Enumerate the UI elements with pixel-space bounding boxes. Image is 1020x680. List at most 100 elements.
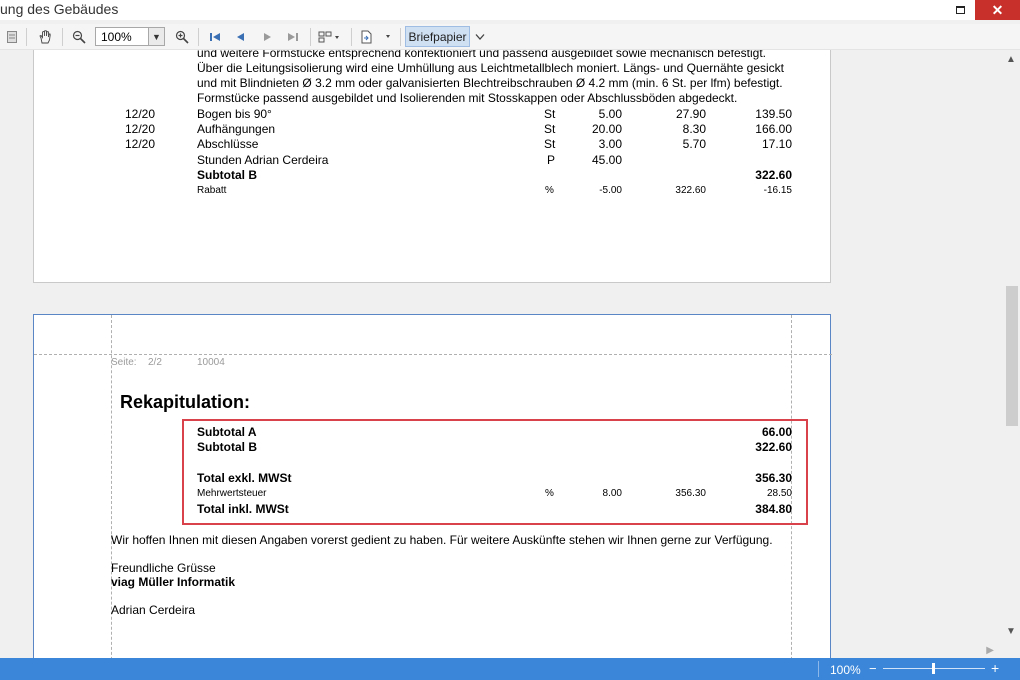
hand-tool-button[interactable] [36,28,54,46]
row-total: 17.10 [761,137,792,151]
maximize-icon [955,6,965,14]
margin-guide [34,354,832,355]
total-excl-value: 356.30 [755,471,792,485]
subtotal-b-label: Subtotal B [197,440,257,454]
row-total: 139.50 [755,107,792,121]
row-description: Aufhängungen [197,122,276,136]
zoom-in-button[interactable] [173,28,191,46]
zoom-select-value: 100% [101,30,132,44]
subtotal-b-label: Subtotal B [197,168,257,182]
zoom-out-button[interactable] [70,28,88,46]
row-quantity: 3.00 [598,137,622,151]
discount-total: -16.15 [763,185,792,196]
scroll-down-icon[interactable]: ▼ [1002,622,1020,640]
close-icon: ✕ [991,1,1004,18]
first-page-icon [210,33,220,41]
vertical-scrollbar[interactable]: ▲ ▼ [1002,50,1020,658]
description-line: Über die Leitungsisolierung wird eine Um… [197,61,784,75]
document-viewer[interactable]: und weitere Formstücke entsprechend konf… [0,50,1020,658]
toolbar-separator [310,28,311,46]
toolbar-separator [198,28,199,46]
total-incl-value: 384.80 [755,502,792,516]
next-page-icon [264,33,271,41]
previous-page-icon [237,33,244,41]
closing-text: Wir hoffen Ihnen mit diesen Angaben vore… [111,533,773,547]
row-quantity: 20.00 [591,122,622,136]
zoom-in-icon [175,30,189,44]
hand-icon [39,30,51,44]
row-unit: St [544,137,556,151]
signer-name: Adrian Cerdeira [111,603,196,617]
subtotal-b-value: 322.60 [755,440,792,454]
greeting: Freundliche Grüsse [111,561,216,575]
print-button[interactable] [4,28,20,46]
row-total: 166.00 [755,122,792,136]
zoom-out-icon[interactable]: − [869,661,877,676]
scroll-right-icon[interactable]: ▶ [986,645,994,656]
zoom-select[interactable]: 100% ▼ [95,27,165,46]
vat-label: Mehrwertsteuer [197,488,267,499]
toolbar-separator [351,28,352,46]
description-line: und weitere Formstücke entsprechend konf… [197,50,766,60]
row-position: 12/20 [125,122,156,136]
company-name: viag Müller Informatik [111,575,236,589]
page-layout-icon [318,31,339,43]
toolbar: 100% ▼ Briefpapier [0,24,1020,50]
row-price: 8.30 [682,122,706,136]
row-description: Bogen bis 90° [197,107,272,121]
page-layout-button[interactable] [316,28,344,46]
document-page-2: Seite: 2/2 10004 Rekapitulation: Subtota… [33,314,832,658]
zoom-out-icon [72,30,86,44]
document-number: 10004 [197,357,225,368]
scroll-up-icon[interactable]: ▲ [1002,50,1020,68]
total-excl-label: Total exkl. MWSt [197,471,292,485]
last-page-button[interactable] [284,28,302,46]
page-icon [7,31,17,43]
previous-page-button[interactable] [232,28,250,46]
title-bar: ung des Gebäudes ✕ [0,0,1020,20]
maximize-button[interactable] [948,0,972,20]
status-separator [818,661,819,677]
zoom-slider-handle[interactable] [932,663,935,674]
row-price: 5.70 [682,137,706,151]
chevron-down-icon[interactable]: ▼ [148,28,164,45]
recap-heading: Rekapitulation: [120,392,251,412]
row-unit: St [544,107,556,121]
next-page-button[interactable] [258,28,276,46]
discount-label: Rabatt [197,185,227,196]
discount-percent: -5.00 [599,185,622,196]
document-page-1: und weitere Formstücke entsprechend konf… [33,50,831,283]
row-position: 12/20 [125,107,156,121]
zoom-in-icon[interactable]: + [991,660,999,676]
letterhead-toggle-button[interactable]: Briefpapier [405,26,470,47]
subtotal-a-label: Subtotal A [197,425,257,439]
row-unit: St [544,122,556,136]
row-description: Abschlüsse [197,137,259,151]
status-bar: 100% − + [0,658,1020,680]
vat-value: 28.50 [766,488,792,499]
row-position: 12/20 [125,137,156,151]
description-line: und mit Blindnieten Ø 3.2 mm oder galvan… [197,76,783,90]
subtotal-a-value: 66.00 [761,425,792,439]
export-button[interactable] [358,28,394,46]
first-page-button[interactable] [206,28,224,46]
scrollbar-thumb[interactable] [1006,286,1018,426]
vat-unit: % [545,488,554,499]
row-description: Stunden Adrian Cerdeira [197,153,329,167]
description-line: Formstücke passend ausgebildet und Isoli… [197,91,738,105]
page-number: 2/2 [148,357,162,368]
row-unit: P [547,153,556,167]
last-page-icon [288,33,298,41]
close-button[interactable]: ✕ [975,0,1020,20]
toolbar-separator [400,28,401,46]
row-quantity: 5.00 [598,107,622,121]
discount-unit: % [545,185,554,196]
discount-base: 322.60 [675,185,706,196]
subtotal-b-value: 322.60 [755,168,792,182]
total-incl-label: Total inkl. MWSt [197,502,289,516]
status-zoom-level: 100% [830,663,861,677]
window-title: ung des Gebäudes [0,1,119,17]
chevron-down-icon[interactable] [473,27,487,47]
export-icon [361,30,390,44]
row-price: 27.90 [675,107,706,121]
